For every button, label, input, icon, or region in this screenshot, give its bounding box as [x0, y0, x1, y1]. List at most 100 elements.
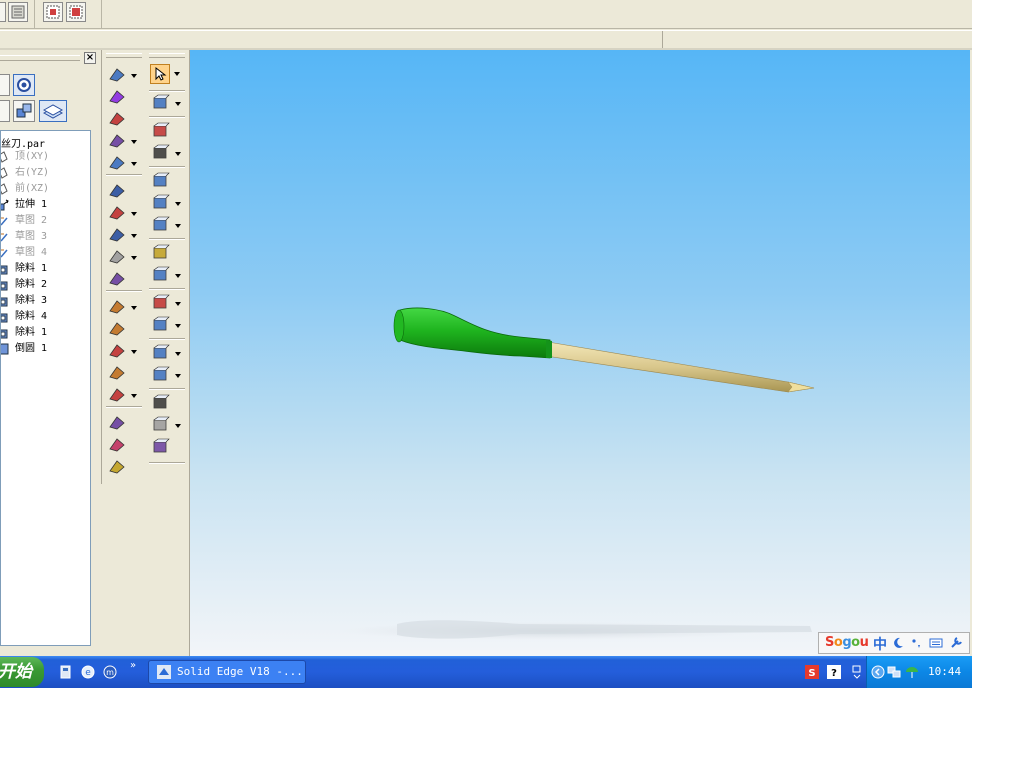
layers-tab[interactable]: [39, 100, 67, 122]
mirror-button[interactable]: [107, 414, 127, 432]
tree-item[interactable]: 除料 1: [1, 325, 90, 341]
chevron-down-icon[interactable]: [131, 212, 137, 216]
replace-face-button[interactable]: [151, 366, 171, 384]
draft-button[interactable]: [107, 386, 127, 404]
feature-library-tab[interactable]: [13, 74, 35, 96]
browser-icon[interactable]: e: [80, 664, 96, 680]
chevron-down-icon[interactable]: [131, 256, 137, 260]
tree-item[interactable]: 除料 2: [1, 277, 90, 293]
toolbar-button-partial[interactable]: [0, 2, 6, 22]
taskbar-item-solid-edge[interactable]: Solid Edge V18 -...: [148, 660, 306, 684]
spring-button[interactable]: [151, 144, 171, 162]
part-copy-button[interactable]: [107, 458, 127, 476]
helix-button[interactable]: [107, 298, 127, 316]
screwdriver-tip[interactable]: [787, 381, 815, 393]
chevron-down-icon[interactable]: [131, 350, 137, 354]
restore-tray-icon[interactable]: [850, 665, 864, 679]
chevron-down-icon[interactable]: [131, 162, 137, 166]
umbrella-icon[interactable]: [905, 665, 919, 679]
sweep-button[interactable]: [107, 320, 127, 338]
pattern-button[interactable]: [107, 436, 127, 454]
chevron-down-icon[interactable]: [174, 72, 180, 76]
protrusion-button[interactable]: [107, 66, 127, 84]
screwdriver-shaft[interactable]: [545, 341, 815, 393]
tree-root-file[interactable]: 丝刀.par: [1, 135, 45, 150]
media-icon[interactable]: m: [102, 664, 118, 680]
feature-plane-button[interactable]: [151, 216, 171, 234]
stitch-button[interactable]: [151, 316, 171, 334]
blue-surface-button[interactable]: [151, 266, 171, 284]
toolbar-grip[interactable]: [149, 53, 185, 58]
thin-wall-button[interactable]: [107, 270, 127, 288]
hole-button[interactable]: [107, 132, 127, 150]
panel-grip[interactable]: [0, 55, 80, 61]
chevron-down-icon[interactable]: [175, 102, 181, 106]
tree-item[interactable]: 拉伸 1: [1, 197, 90, 213]
keyboard-icon[interactable]: [929, 636, 943, 650]
quicklaunch-chevron[interactable]: »: [130, 660, 136, 671]
wrench-icon[interactable]: [949, 636, 963, 650]
properties-button[interactable]: [8, 2, 28, 22]
loft-button[interactable]: [107, 342, 127, 360]
cutout-tool-button[interactable]: [107, 110, 127, 128]
tree-item[interactable]: 右(YZ): [1, 165, 90, 181]
chevron-left-icon[interactable]: [871, 665, 885, 679]
chevron-down-icon[interactable]: [131, 234, 137, 238]
chevron-down-icon[interactable]: [175, 202, 181, 206]
ime-toolbar[interactable]: Sogou 中: [818, 632, 970, 654]
sogou-tray-icon[interactable]: S: [805, 665, 819, 679]
chevron-down-icon[interactable]: [131, 140, 137, 144]
start-button[interactable]: 开始: [0, 657, 44, 687]
chevron-down-icon[interactable]: [175, 274, 181, 278]
split-button[interactable]: [151, 344, 171, 362]
chevron-down-icon[interactable]: [175, 352, 181, 356]
punctuation-icon[interactable]: [910, 636, 924, 650]
panel-tab-partial[interactable]: [0, 100, 10, 122]
tree-item[interactable]: 顶(XY): [1, 149, 90, 165]
panel-tab-partial[interactable]: [0, 74, 10, 96]
tree-item[interactable]: 除料 3: [1, 293, 90, 309]
tree-item[interactable]: 草图 2: [1, 213, 90, 229]
pattern-tool-button[interactable]: [151, 294, 171, 312]
coordinate-button[interactable]: [151, 194, 171, 212]
offset-button[interactable]: [107, 248, 127, 266]
toolbar-grip[interactable]: [106, 53, 142, 58]
moon-icon[interactable]: [891, 636, 905, 650]
family-of-parts-tab[interactable]: [13, 100, 35, 122]
fit-view-button[interactable]: [66, 2, 86, 22]
body-button[interactable]: [151, 416, 171, 434]
help-tray-icon[interactable]: ?: [827, 665, 841, 679]
screwdriver-model[interactable]: [190, 50, 970, 658]
tree-item[interactable]: 除料 1: [1, 261, 90, 277]
network-icon[interactable]: [887, 665, 901, 679]
chevron-down-icon[interactable]: [131, 306, 137, 310]
chevron-down-icon[interactable]: [175, 374, 181, 378]
tree-item[interactable]: 倒圆 1: [1, 341, 90, 357]
inspect-button[interactable]: [151, 394, 171, 412]
chevron-down-icon[interactable]: [131, 74, 137, 78]
bar-button[interactable]: [151, 438, 171, 456]
plane-tool-button[interactable]: [151, 172, 171, 190]
rib-button[interactable]: [107, 154, 127, 172]
surface-button[interactable]: [151, 244, 171, 262]
show-desktop-icon[interactable]: [58, 664, 74, 680]
chevron-down-icon[interactable]: [175, 424, 181, 428]
intersection-button[interactable]: [107, 226, 127, 244]
chevron-down-icon[interactable]: [175, 152, 181, 156]
ime-mode-toggle[interactable]: 中: [873, 634, 887, 654]
lip-button[interactable]: [107, 364, 127, 382]
3d-viewport[interactable]: [190, 50, 970, 658]
zoom-area-button[interactable]: [43, 2, 63, 22]
tree-item[interactable]: 草图 4: [1, 245, 90, 261]
sketch-tool-button[interactable]: [151, 94, 171, 112]
box-button[interactable]: [151, 122, 171, 140]
revolve-button[interactable]: [107, 88, 127, 106]
screwdriver-handle[interactable]: [393, 307, 551, 359]
chevron-down-icon[interactable]: [175, 302, 181, 306]
point-button[interactable]: [107, 182, 127, 200]
chevron-down-icon[interactable]: [131, 394, 137, 398]
tree-item[interactable]: 草图 3: [1, 229, 90, 245]
tree-item[interactable]: 前(XZ): [1, 181, 90, 197]
panel-close-button[interactable]: ×: [84, 52, 96, 64]
curve-button[interactable]: [107, 204, 127, 222]
